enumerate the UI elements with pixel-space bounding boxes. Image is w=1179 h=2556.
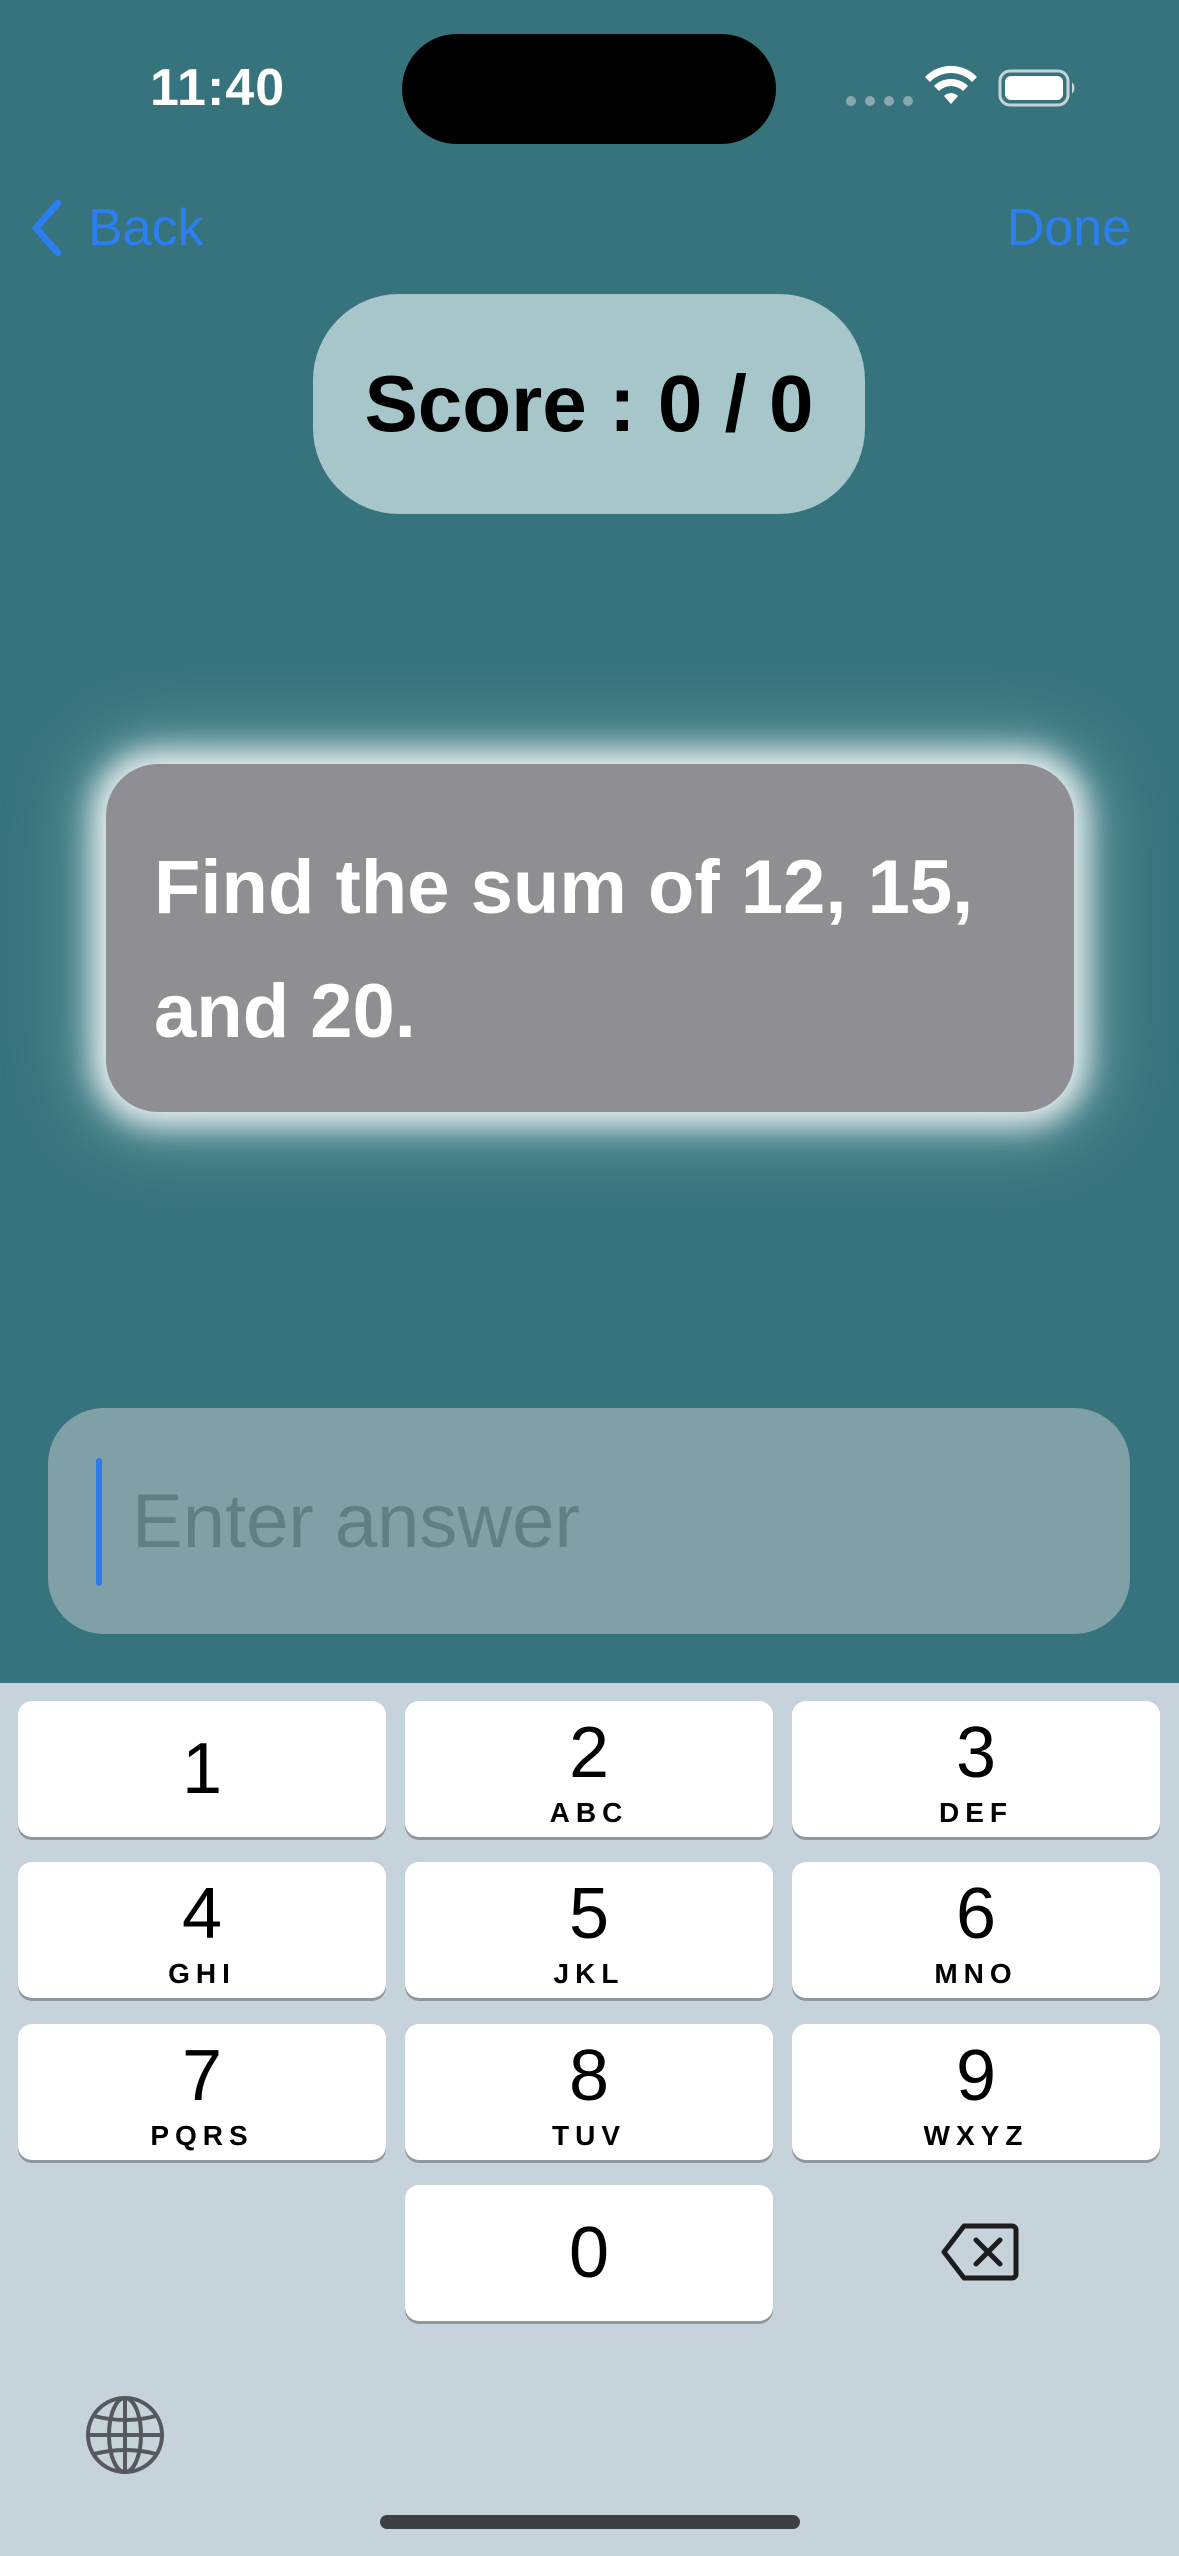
key-digit: 2	[568, 1713, 610, 1793]
key-1[interactable]: 1	[18, 1701, 386, 1837]
key-digit: 6	[955, 1874, 997, 1954]
key-9[interactable]: 9 WXYZ	[792, 2024, 1160, 2160]
key-8[interactable]: 8 TUV	[405, 2024, 773, 2160]
delete-icon[interactable]	[940, 2220, 1020, 2284]
key-letters: PQRS	[150, 2120, 254, 2151]
text-cursor	[96, 1458, 102, 1586]
key-0[interactable]: 0	[405, 2185, 773, 2321]
key-digit: 1	[181, 1729, 223, 1809]
key-letters: TUV	[552, 2120, 626, 2151]
key-letters: MNO	[934, 1958, 1018, 1989]
key-digit: 0	[568, 2213, 610, 2293]
wifi-icon	[925, 65, 977, 104]
status-time: 11:40	[150, 59, 286, 117]
key-7[interactable]: 7 PQRS	[18, 2024, 386, 2160]
key-letters: WXYZ	[923, 2120, 1029, 2151]
score-text: Score : 0 / 0	[364, 359, 814, 448]
key-digit: 3	[955, 1713, 997, 1793]
key-4[interactable]: 4 GHI	[18, 1862, 386, 1998]
score-badge: Score : 0 / 0	[313, 294, 865, 514]
key-digit: 4	[181, 1874, 223, 1954]
key-digit: 9	[955, 2036, 997, 2116]
home-indicator	[380, 2515, 800, 2529]
key-letters: DEF	[939, 1797, 1013, 1828]
key-digit: 7	[181, 2036, 223, 2116]
question-line-1: Find the sum of 12, 15,	[154, 845, 974, 930]
answer-field[interactable]	[48, 1408, 1130, 1634]
question-text: Find the sum of 12, 15, and 20.	[154, 826, 1030, 1074]
key-6[interactable]: 6 MNO	[792, 1862, 1160, 1998]
dynamic-island	[402, 34, 776, 144]
globe-icon[interactable]	[84, 2394, 166, 2476]
key-letters: ABC	[549, 1797, 629, 1828]
key-letters: GHI	[168, 1958, 236, 1989]
key-digit: 8	[568, 2036, 610, 2116]
key-digit: 5	[568, 1874, 610, 1954]
key-letters: JKL	[553, 1958, 625, 1989]
key-3[interactable]: 3 DEF	[792, 1701, 1160, 1837]
cellular-signal-icon	[846, 96, 913, 106]
answer-input[interactable]	[132, 1408, 1092, 1634]
back-label: Back	[88, 199, 204, 257]
chevron-left-icon	[32, 199, 62, 257]
battery-icon	[998, 69, 1075, 107]
question-card: Find the sum of 12, 15, and 20.	[106, 764, 1074, 1112]
back-button[interactable]: Back	[28, 196, 204, 260]
key-2[interactable]: 2 ABC	[405, 1701, 773, 1837]
key-5[interactable]: 5 JKL	[405, 1862, 773, 1998]
question-line-2: and 20.	[154, 969, 416, 1054]
done-button[interactable]: Done	[1007, 196, 1131, 260]
